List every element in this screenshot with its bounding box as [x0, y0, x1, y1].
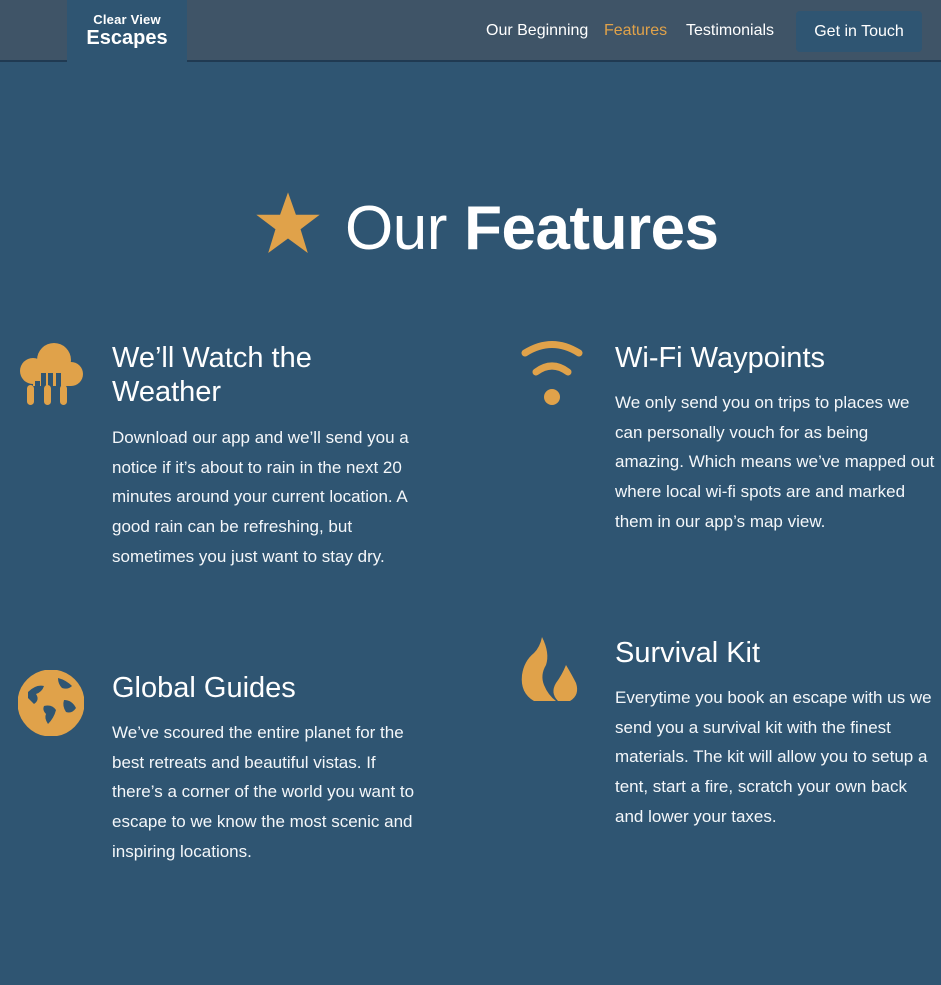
feature-body-wifi: We only send you on trips to places we c… [615, 393, 935, 531]
brand-line-2: Escapes [86, 27, 168, 49]
feature-body-weather: Download our app and we’ll send you a no… [112, 428, 409, 566]
feature-title-global-guides: Global Guides [112, 672, 296, 704]
globe-icon [18, 670, 84, 736]
section-heading: Our Features [250, 185, 719, 271]
feature-body-survival-kit: Everytime you book an escape with us we … [615, 688, 932, 826]
nav-link-testimonials[interactable]: Testimonials [686, 21, 774, 41]
star-icon [256, 192, 320, 254]
feature-title-wifi: Wi-Fi Waypoints [615, 342, 825, 374]
rain-cloud-icon [20, 343, 83, 405]
brand-line-1: Clear View [93, 12, 161, 27]
section-title-light: Our [345, 194, 447, 263]
fire-icon [521, 637, 578, 701]
section-title-bold: Features [464, 194, 719, 263]
wifi-icon [521, 341, 583, 405]
feature-body-global-guides: We’ve scoured the entire planet for the … [112, 723, 415, 861]
nav-link-features[interactable]: Features [604, 21, 667, 41]
get-in-touch-button[interactable]: Get in Touch [796, 11, 922, 52]
nav-link-our-beginning[interactable]: Our Beginning [486, 21, 588, 41]
top-navbar: Clear View Escapes Our Beginning Feature… [0, 0, 941, 62]
brand-logo[interactable]: Clear View Escapes [67, 0, 187, 62]
feature-title-survival-kit: Survival Kit [615, 637, 761, 669]
section-title: Our Features [345, 192, 719, 266]
feature-title-weather: We’ll Watch the Weather [112, 342, 312, 408]
